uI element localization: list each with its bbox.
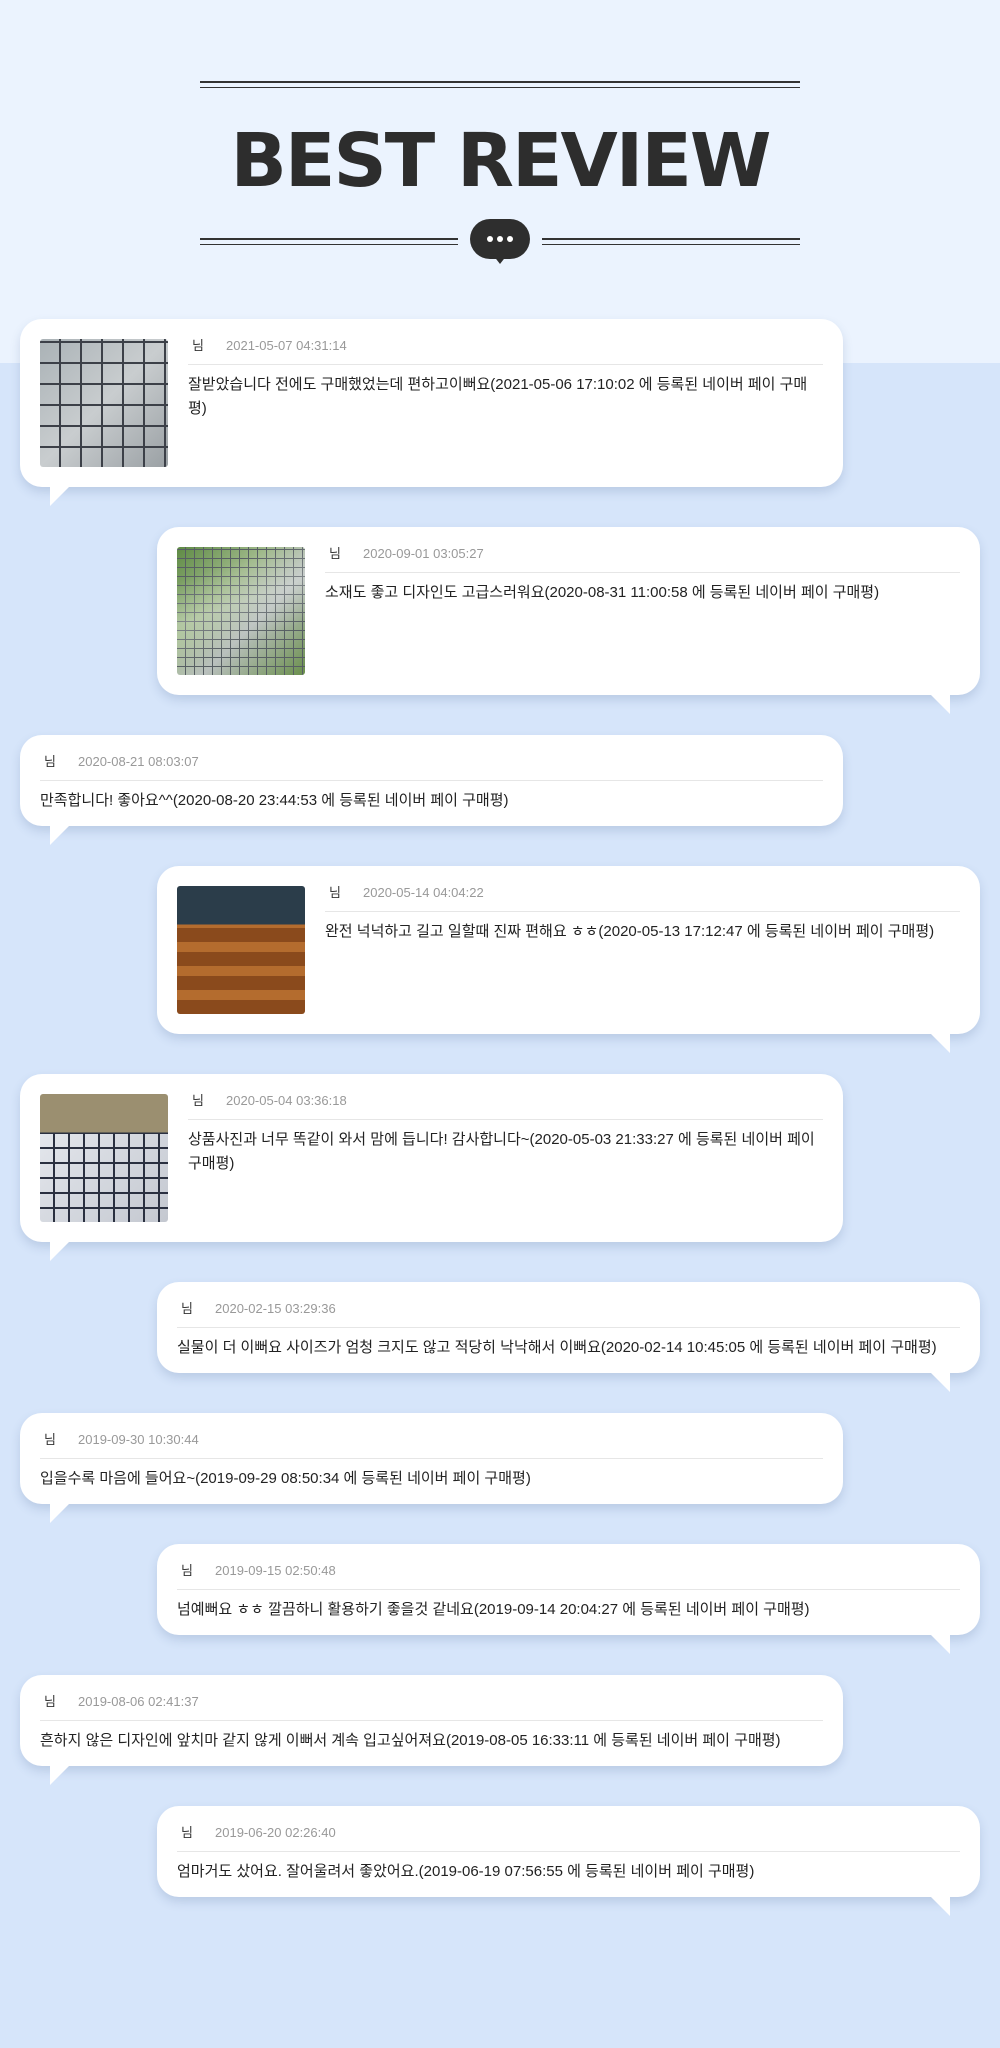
review-photo[interactable]: [40, 1094, 168, 1222]
review-author: 님: [44, 1694, 56, 1709]
review-text: 완전 넉넉하고 길고 일할때 진짜 편해요 ㅎㅎ(2020-05-13 17:1…: [325, 923, 935, 940]
review-author: 님: [44, 754, 56, 769]
review-divider: [177, 1327, 960, 1328]
review-card[interactable]: 님 2019-09-30 10:30:44 입을수록 마음에 들어요~(2019-…: [20, 1413, 843, 1523]
review-card[interactable]: 님 2019-09-15 02:50:48 넘예뻐요 ㅎㅎ 깔끔하니 활용하기 좋…: [157, 1544, 980, 1654]
review-date: 2020-08-21 08:03:07: [78, 754, 199, 769]
review-photo[interactable]: [177, 886, 305, 1014]
review-divider: [188, 1119, 823, 1120]
left-divider-thin: [200, 244, 458, 245]
review-author: 님: [329, 546, 341, 561]
review-divider: [40, 780, 823, 781]
review-date: 2020-02-15 03:29:36: [215, 1301, 336, 1316]
review-divider: [40, 1458, 823, 1459]
review-text: 흔하지 않은 디자인에 앞치마 같지 않게 이뻐서 계속 입고싶어져요(2019…: [40, 1732, 781, 1749]
review-author: 님: [44, 1432, 56, 1447]
top-divider: [200, 81, 800, 83]
bubble-tail: [50, 486, 70, 506]
review-divider: [177, 1851, 960, 1852]
review-text: 엄마거도 샀어요. 잘어울려서 좋았어요.(2019-06-19 07:56:5…: [177, 1863, 755, 1880]
review-date: 2020-09-01 03:05:27: [363, 546, 484, 561]
review-card[interactable]: 님 2020-05-04 03:36:18 상품사진과 너무 똑같이 와서 맘에 …: [20, 1074, 843, 1261]
review-text: 잘받았습니다 전에도 구매했었는데 편하고이뻐요(2021-05-06 17:1…: [188, 376, 808, 417]
page-title: BEST REVIEW: [230, 118, 772, 204]
review-author: 님: [192, 338, 204, 353]
bubble-tail: [930, 1896, 950, 1916]
review-date: 2020-05-04 03:36:18: [226, 1093, 347, 1108]
review-card[interactable]: 님 2019-08-06 02:41:37 흔하지 않은 디자인에 앞치마 같지 …: [20, 1675, 843, 1785]
bubble-tail: [50, 1241, 70, 1261]
bubble-tail: [50, 1503, 70, 1523]
review-divider: [40, 1720, 823, 1721]
review-text: 상품사진과 너무 똑같이 와서 맘에 듭니다! 감사합니다~(2020-05-0…: [188, 1131, 815, 1172]
review-text: 넘예뻐요 ㅎㅎ 깔끔하니 활용하기 좋을것 같네요(2019-09-14 20:…: [177, 1601, 810, 1618]
review-date: 2019-08-06 02:41:37: [78, 1694, 199, 1709]
review-author: 님: [181, 1563, 193, 1578]
bubble-tail: [50, 825, 70, 845]
review-date: 2021-05-07 04:31:14: [226, 338, 347, 353]
bubble-tail: [930, 1033, 950, 1053]
review-divider: [325, 911, 960, 912]
review-author: 님: [192, 1093, 204, 1108]
review-date: 2019-06-20 02:26:40: [215, 1825, 336, 1840]
review-divider: [188, 364, 823, 365]
review-date: 2019-09-15 02:50:48: [215, 1563, 336, 1578]
review-card[interactable]: 님 2021-05-07 04:31:14 잘받았습니다 전에도 구매했었는데 편…: [20, 319, 843, 506]
review-text: 만족합니다! 좋아요^^(2020-08-20 23:44:53 에 등록된 네…: [40, 792, 509, 809]
review-card[interactable]: 님 2020-08-21 08:03:07 만족합니다! 좋아요^^(2020-0…: [20, 735, 843, 845]
review-card[interactable]: 님 2020-02-15 03:29:36 실물이 더 이뻐요 사이즈가 엄청 크…: [157, 1282, 980, 1392]
review-author: 님: [181, 1825, 193, 1840]
review-date: 2020-05-14 04:04:22: [363, 885, 484, 900]
review-card[interactable]: 님 2020-09-01 03:05:27 소재도 좋고 디자인도 고급스러워요(…: [157, 527, 980, 714]
review-date: 2019-09-30 10:30:44: [78, 1432, 199, 1447]
review-divider: [325, 572, 960, 573]
bubble-tail: [930, 1634, 950, 1654]
right-divider: [542, 238, 800, 240]
review-text: 실물이 더 이뻐요 사이즈가 엄청 크지도 않고 적당히 낙낙해서 이뻐요(20…: [177, 1339, 937, 1356]
review-author: 님: [329, 885, 341, 900]
chat-bubble-icon: [470, 219, 530, 264]
review-photo[interactable]: [40, 339, 168, 467]
bubble-tail: [930, 694, 950, 714]
review-divider: [177, 1589, 960, 1590]
bubble-tail: [50, 1765, 70, 1785]
top-divider-thin: [200, 87, 800, 88]
right-divider-thin: [542, 244, 800, 245]
review-photo[interactable]: [177, 547, 305, 675]
review-text: 입을수록 마음에 들어요~(2019-09-29 08:50:34 에 등록된 …: [40, 1470, 531, 1487]
review-text: 소재도 좋고 디자인도 고급스러워요(2020-08-31 11:00:58 에…: [325, 584, 880, 601]
bubble-tail: [930, 1372, 950, 1392]
left-divider: [200, 238, 458, 240]
review-card[interactable]: 님 2019-06-20 02:26:40 엄마거도 샀어요. 잘어울려서 좋았어…: [157, 1806, 980, 1916]
review-card[interactable]: 님 2020-05-14 04:04:22 완전 넉넉하고 길고 일할때 진짜 편…: [157, 866, 980, 1053]
review-author: 님: [181, 1301, 193, 1316]
